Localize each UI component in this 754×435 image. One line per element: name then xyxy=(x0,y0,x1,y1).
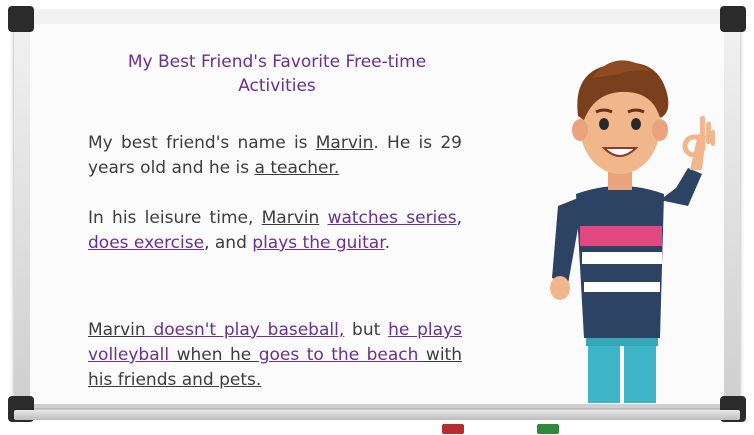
underlined-phrase: Marvin xyxy=(88,320,146,340)
paragraph-text: My best friend's name is xyxy=(88,133,316,153)
underlined-phrase: when he xyxy=(169,345,259,365)
highlighted-phrase: does exercise xyxy=(88,233,205,253)
page-title: My Best Friend's Favorite Free-time Acti… xyxy=(127,52,427,96)
underlined-phrase: Marvin xyxy=(315,133,374,153)
marker-tray xyxy=(14,410,740,420)
paragraph-2: In his leisure time, Marvin watches seri… xyxy=(88,206,462,256)
paragraph-text: , and xyxy=(204,233,253,253)
highlighted-phrase: watches series xyxy=(327,208,457,228)
paragraph-text: In his leisure time, xyxy=(88,208,262,228)
red-marker-icon xyxy=(442,424,464,434)
frame-corner xyxy=(8,6,34,32)
paragraph-1: My best friend's name is Marvin. He is 2… xyxy=(88,131,462,181)
paragraph-text: . xyxy=(384,233,391,253)
highlighted-phrase: doesn't play baseball, xyxy=(145,320,345,340)
highlighted-phrase: goes to the beach xyxy=(258,345,419,365)
paragraph-text: but xyxy=(344,320,389,340)
paragraph-3: Marvin doesn't play baseball, but he pla… xyxy=(88,318,462,393)
frame-corner xyxy=(720,6,746,32)
paragraph-text xyxy=(319,208,327,228)
underlined-phrase: Marvin xyxy=(261,208,320,228)
green-marker-icon xyxy=(537,424,559,434)
highlighted-phrase: plays the guitar xyxy=(252,233,385,253)
paragraph-text: , xyxy=(456,208,463,228)
underlined-phrase: a teacher. xyxy=(254,158,340,178)
man-illustration-icon xyxy=(550,60,715,403)
